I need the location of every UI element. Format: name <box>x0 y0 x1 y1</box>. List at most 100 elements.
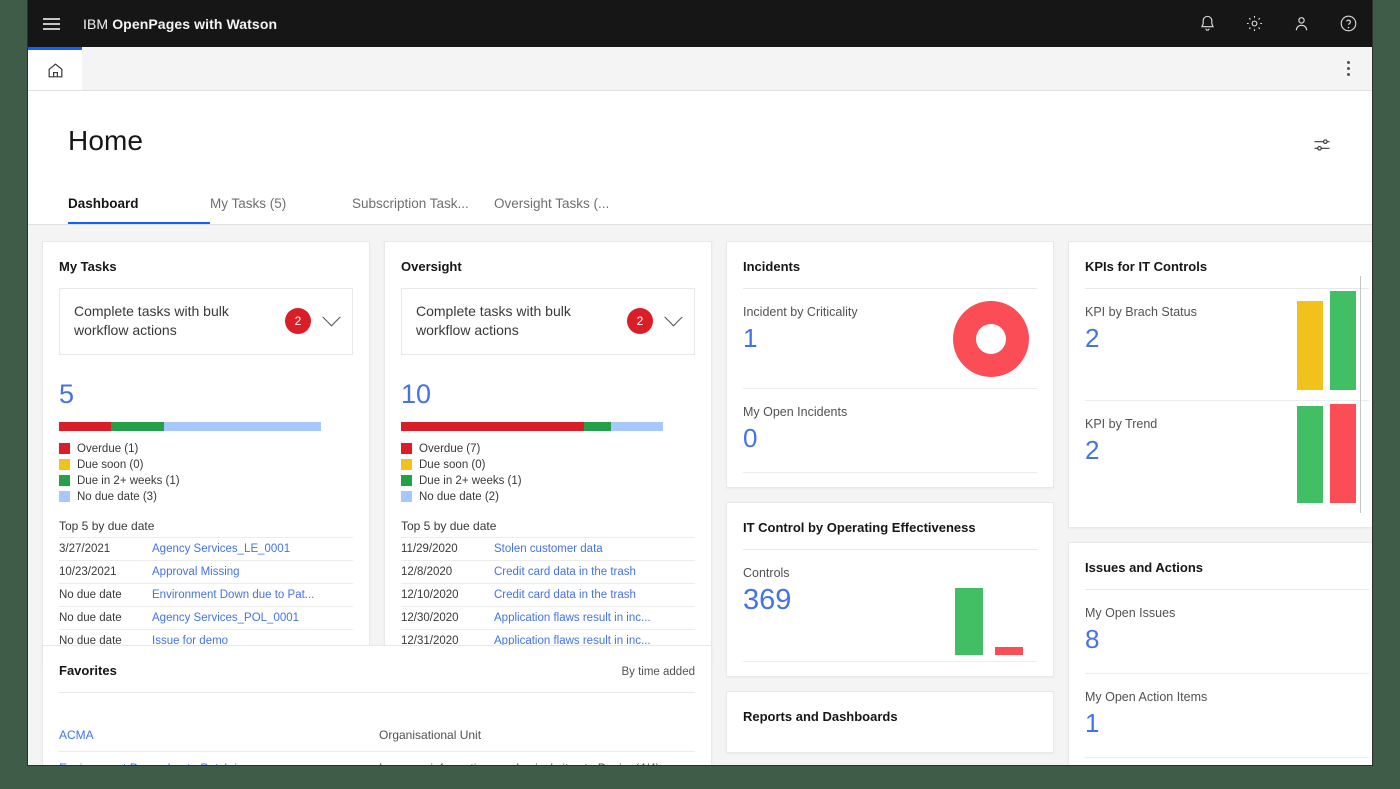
bulk-action-label: Complete tasks with bulk workflow action… <box>74 302 285 341</box>
task-name-link[interactable]: Agency Services_LE_0001 <box>152 537 353 560</box>
favorite-name-link[interactable]: Environment Down due to Patch issues <box>59 761 379 765</box>
legend-swatch <box>401 443 412 454</box>
legend-label: Due in 2+ weeks (1) <box>419 475 522 487</box>
legend-row: No due date (3) <box>59 491 353 503</box>
task-name-link[interactable]: Credit card data in the trash <box>494 560 695 583</box>
oversight-top5-label: Top 5 by due date <box>401 519 695 533</box>
tab-dashboard[interactable]: Dashboard <box>68 186 210 224</box>
legend-label: No due date (3) <box>77 491 157 503</box>
global-header: IBM OpenPages with Watson <box>28 0 1372 47</box>
kpi-trend-bar-chart <box>1279 395 1365 503</box>
help-circle-icon[interactable] <box>1325 0 1372 47</box>
legend-label: Due soon (0) <box>77 459 143 471</box>
bulk-action-label: Complete tasks with bulk workflow action… <box>416 302 627 341</box>
card-incidents: Incidents Incident by Criticality 1 My O… <box>726 241 1054 488</box>
user-account-icon[interactable] <box>1278 0 1325 47</box>
favorite-name-link[interactable]: ACMA <box>59 728 379 742</box>
legend-label: Overdue (1) <box>77 443 138 455</box>
tab-my-tasks[interactable]: My Tasks (5) <box>210 186 352 224</box>
metric-value: 1 <box>1085 708 1369 739</box>
bulk-action-badge: 2 <box>627 308 653 334</box>
task-name-link[interactable]: Environment Down due to Pat... <box>152 583 353 606</box>
tab-oversight-tasks[interactable]: Oversight Tasks (... <box>494 186 636 224</box>
bulk-action-my-tasks[interactable]: Complete tasks with bulk workflow action… <box>59 288 353 355</box>
bulk-action-oversight[interactable]: Complete tasks with bulk workflow action… <box>401 288 695 355</box>
page-title: Home <box>68 125 143 157</box>
legend-swatch <box>401 475 412 486</box>
table-row: 3/27/2021Agency Services_LE_0001 <box>59 537 353 560</box>
oversight-top5-table: 11/29/2020Stolen customer data12/8/2020C… <box>401 537 695 653</box>
task-name-link[interactable]: Stolen customer data <box>494 537 695 560</box>
stacked-bar-segment <box>164 422 321 431</box>
task-name-link[interactable]: Credit card data in the trash <box>494 583 695 606</box>
bar-ok <box>1330 291 1356 390</box>
legend-row: Overdue (7) <box>401 443 695 455</box>
table-row: 12/30/2020Application flaws result in in… <box>401 606 695 629</box>
my-tasks-top5-table: 3/27/2021Agency Services_LE_000110/23/20… <box>59 537 353 653</box>
task-name-link[interactable]: Application flaws result in inc... <box>494 606 695 629</box>
due-date-cell: 12/8/2020 <box>401 560 494 583</box>
header-actions <box>1184 0 1372 47</box>
legend-swatch <box>59 475 70 486</box>
metric-my-open-issues: My Open Issues 8 <box>1085 590 1369 674</box>
kebab-menu-icon[interactable] <box>1324 47 1372 90</box>
chevron-down-icon[interactable] <box>664 308 682 326</box>
settings-gear-icon[interactable] <box>1231 0 1278 47</box>
card-reports-and-dashboards: Reports and Dashboards <box>726 691 1054 753</box>
due-date-cell: 3/27/2021 <box>59 537 152 560</box>
chevron-down-icon[interactable] <box>322 308 340 326</box>
kpi-brach-status-bar-chart <box>1279 282 1365 390</box>
notifications-bell-icon[interactable] <box>1184 0 1231 47</box>
card-title-my-tasks: My Tasks <box>59 242 353 288</box>
bar-improving <box>1297 406 1323 503</box>
task-name-link[interactable]: Approval Missing <box>152 560 353 583</box>
oversight-stacked-bar <box>401 422 663 431</box>
brand-name: OpenPages with Watson <box>112 16 277 32</box>
metric-label: Controls <box>743 566 1037 580</box>
legend-swatch <box>59 459 70 470</box>
card-it-control-operating-effectiveness: IT Control by Operating Effectiveness Co… <box>726 502 1054 677</box>
card-title-it-control: IT Control by Operating Effectiveness <box>743 503 1037 550</box>
stacked-bar-segment <box>401 422 584 431</box>
app-window: IBM OpenPages with Watson Home <box>28 0 1372 765</box>
chart-axis-line <box>1360 389 1361 513</box>
bulk-action-badge: 2 <box>285 308 311 334</box>
task-name-link[interactable]: Agency Services_POL_0001 <box>152 606 353 629</box>
legend-swatch <box>401 491 412 502</box>
my-tasks-legend: Overdue (1)Due soon (0)Due in 2+ weeks (… <box>59 443 353 503</box>
due-date-cell: 12/30/2020 <box>401 606 494 629</box>
stacked-bar-segment <box>584 422 610 431</box>
favorite-description: Organisational Unit <box>379 728 695 742</box>
stacked-bar-segment <box>59 422 111 431</box>
metric-my-open-incidents: My Open Incidents 0 <box>743 389 1037 473</box>
bar-effective <box>955 588 983 655</box>
favorites-sort-label[interactable]: By time added <box>621 666 695 678</box>
my-tasks-top5-label: Top 5 by due date <box>59 519 353 533</box>
favorite-row: ACMAOrganisational Unit <box>59 719 695 752</box>
card-kpis-for-it-controls: KPIs for IT Controls KPI by Brach Status… <box>1068 241 1372 528</box>
table-row: 12/10/2020Credit card data in the trash <box>401 583 695 606</box>
card-favorites: Favorites By time added ACMAOrganisation… <box>42 645 712 765</box>
legend-row: Overdue (1) <box>59 443 353 455</box>
legend-label: Due soon (0) <box>419 459 485 471</box>
metric-value: 8 <box>1085 624 1369 655</box>
table-row: No due dateEnvironment Down due to Pat..… <box>59 583 353 606</box>
due-date-cell: 12/10/2020 <box>401 583 494 606</box>
table-row: 12/8/2020Credit card data in the trash <box>401 560 695 583</box>
incident-criticality-donut-chart <box>953 301 1029 377</box>
stacked-bar-segment <box>611 422 663 431</box>
metric-label: My Open Incidents <box>743 405 1037 419</box>
favorites-header: Favorites By time added <box>59 646 695 693</box>
bar-declining <box>1330 404 1356 503</box>
metric-my-open-action-items: My Open Action Items 1 <box>1085 674 1369 758</box>
tab-subscription-tasks[interactable]: Subscription Task... <box>352 186 494 224</box>
hamburger-menu-icon[interactable] <box>28 0 75 47</box>
metric-value: 0 <box>743 423 1037 454</box>
brand-prefix: IBM <box>83 16 112 32</box>
it-control-bar-chart <box>923 581 1023 655</box>
card-title-favorites: Favorites <box>59 663 117 678</box>
card-title-incidents: Incidents <box>743 242 1037 289</box>
display-settings-icon[interactable] <box>1312 135 1332 160</box>
due-date-cell: 11/29/2020 <box>401 537 494 560</box>
home-tab[interactable] <box>28 47 82 90</box>
